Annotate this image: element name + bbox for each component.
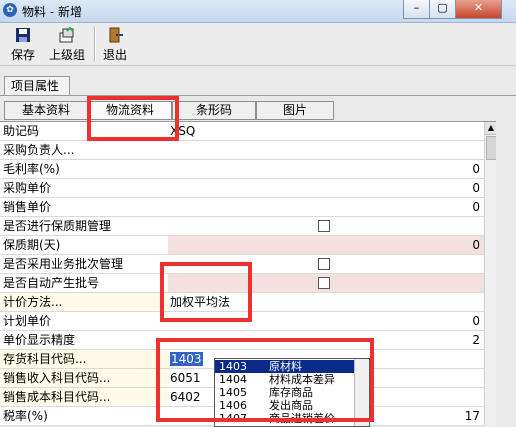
parent-group-icon bbox=[59, 27, 74, 43]
auto-batch-checkbox[interactable] bbox=[318, 277, 330, 289]
tab-divider bbox=[0, 95, 516, 96]
exit-button[interactable]: 退出 bbox=[100, 25, 130, 63]
save-icon bbox=[16, 28, 30, 42]
row-label: 存货科目代码... bbox=[0, 350, 170, 368]
sale-price-value[interactable]: 0 bbox=[472, 198, 480, 216]
row-label: 税率(%) bbox=[0, 407, 170, 425]
title-bar: ✿ 物料 - 新增 – ▢ ✕ bbox=[0, 0, 516, 23]
row-sale-price[interactable]: 销售单价 0 bbox=[0, 198, 484, 217]
row-label: 是否采用业务批次管理 bbox=[0, 255, 170, 273]
tab-image-label: 图片 bbox=[282, 103, 307, 117]
row-label: 采购单价 bbox=[0, 179, 170, 197]
maximize-button[interactable]: ▢ bbox=[429, 0, 456, 19]
price-precision-value[interactable]: 2 bbox=[472, 331, 480, 349]
gross-margin-value[interactable]: 0 bbox=[472, 160, 480, 178]
row-mnemonic[interactable]: 助记码 XSQ bbox=[0, 122, 484, 141]
grid-scrollbar[interactable]: ▲ bbox=[484, 122, 496, 426]
row-label: 毛利率(%) bbox=[0, 160, 170, 178]
row-label: 销售收入科目代码... bbox=[0, 369, 170, 387]
row-label: 是否自动产生批号 bbox=[0, 274, 170, 292]
batch-mgmt-checkbox[interactable] bbox=[318, 258, 330, 270]
row-shelf-life-days[interactable]: 保质期(天) 0 bbox=[0, 236, 484, 255]
row-label: 采购负责人... bbox=[0, 141, 170, 159]
row-label: 计划单价 bbox=[0, 312, 170, 330]
window-title: 物料 - 新增 bbox=[22, 5, 82, 19]
row-purchase-price[interactable]: 采购单价 0 bbox=[0, 179, 484, 198]
tab-barcode[interactable]: 条形码 bbox=[172, 101, 256, 120]
row-label: 是否进行保质期管理 bbox=[0, 217, 170, 235]
exit-label: 退出 bbox=[102, 48, 127, 62]
row-label: 单价显示精度 bbox=[0, 331, 170, 349]
highlight-box-logistics-tab bbox=[87, 96, 179, 141]
parent-group-button[interactable]: 上级组 bbox=[46, 25, 88, 63]
app-icon: ✿ bbox=[3, 3, 17, 17]
scroll-up-icon[interactable]: ▲ bbox=[485, 122, 496, 135]
row-label: 销售单价 bbox=[0, 198, 170, 216]
highlight-box-account-codes bbox=[156, 338, 374, 422]
row-label: 保质期(天) bbox=[0, 236, 170, 254]
tab-barcode-label: 条形码 bbox=[195, 103, 232, 117]
save-button[interactable]: 保存 bbox=[6, 25, 40, 63]
toolbar: 保存 上级组 退出 bbox=[0, 23, 516, 66]
row-gross-margin[interactable]: 毛利率(%) 0 bbox=[0, 160, 484, 179]
shelf-life-days-value[interactable]: 0 bbox=[472, 236, 480, 254]
save-label: 保存 bbox=[10, 48, 35, 62]
scroll-thumb[interactable] bbox=[486, 136, 496, 160]
tab-item-properties[interactable]: 项目属性 bbox=[4, 76, 70, 95]
purchase-price-value[interactable]: 0 bbox=[472, 179, 480, 197]
tab-basic-info-label: 基本资料 bbox=[21, 103, 70, 117]
row-purchaser[interactable]: 采购负责人... bbox=[0, 141, 484, 160]
row-shelf-life-mgmt[interactable]: 是否进行保质期管理 bbox=[0, 217, 484, 236]
tab-basic-info[interactable]: 基本资料 bbox=[4, 101, 88, 120]
row-label: 计价方法... bbox=[0, 293, 170, 311]
plan-price-value[interactable]: 0 bbox=[472, 312, 480, 330]
minimize-button[interactable]: – bbox=[403, 0, 430, 19]
row-label: 销售成本科目代码... bbox=[0, 388, 170, 406]
toolbar-separator bbox=[94, 27, 96, 61]
highlight-box-pricing-method bbox=[160, 262, 252, 322]
close-button[interactable]: ✕ bbox=[455, 0, 502, 19]
tax-rate-value[interactable]: 17 bbox=[465, 407, 480, 425]
parent-group-label: 上级组 bbox=[48, 48, 85, 62]
tab-item-properties-label: 项目属性 bbox=[11, 79, 60, 93]
shelf-life-mgmt-checkbox[interactable] bbox=[318, 220, 330, 232]
exit-door-icon bbox=[109, 27, 123, 43]
tab-image[interactable]: 图片 bbox=[256, 101, 334, 120]
